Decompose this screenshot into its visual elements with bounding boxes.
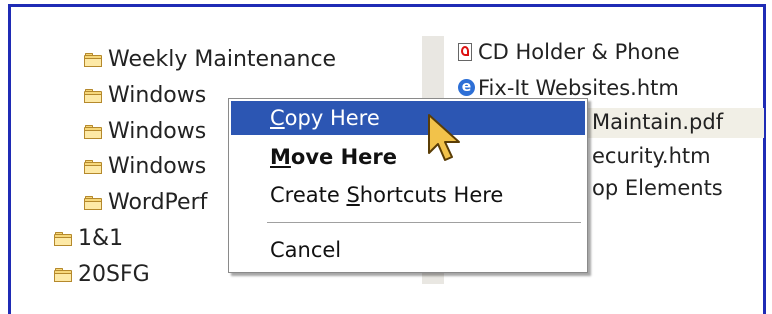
file-item-cd-holder[interactable]: CD Holder & Phone: [458, 40, 680, 64]
menu-item-move-here[interactable]: Move Here: [231, 140, 585, 174]
pdf-file-icon: [458, 42, 474, 62]
file-item-maintain-pdf[interactable]: Maintain.pdf: [592, 110, 723, 134]
tree-item-label: Windows: [108, 119, 207, 144]
explorer-window: Weekly Maintenance Windows Windows Windo…: [0, 0, 772, 314]
tree-item-label: WordPerf: [108, 190, 208, 215]
file-item-pop-elements[interactable]: op Elements: [592, 176, 723, 200]
tree-item-20sfg[interactable]: 20SFG: [54, 262, 150, 287]
tree-item-label: 20SFG: [78, 262, 150, 287]
tree-item-1and1[interactable]: 1&1: [54, 226, 123, 251]
tree-item-windows-2[interactable]: Windows: [84, 119, 206, 144]
menu-item-label: Copy Here: [270, 106, 380, 130]
menu-item-create-shortcuts-here[interactable]: Create Shortcuts Here: [231, 178, 585, 212]
tree-item-windows-3[interactable]: Windows: [84, 154, 206, 179]
window-border-left: [8, 4, 11, 314]
tree-item-label: Windows: [108, 154, 207, 179]
folder-icon: [84, 124, 102, 139]
window-border-top: [8, 4, 766, 7]
menu-item-label: Create Shortcuts Here: [270, 183, 504, 207]
menu-separator: [267, 222, 581, 224]
folder-icon: [54, 231, 72, 246]
internet-explorer-icon: e: [458, 78, 475, 98]
file-item-fixit-websites[interactable]: e Fix-It Websites.htm: [458, 76, 679, 100]
mouse-pointer-icon: [428, 114, 460, 161]
folder-icon: [84, 159, 102, 174]
menu-item-label: Move Here: [270, 145, 397, 169]
tree-item-wordperf[interactable]: WordPerf: [84, 190, 207, 215]
file-item-label: CD Holder & Phone: [478, 40, 680, 64]
menu-item-label: Cancel: [270, 238, 342, 262]
folder-icon: [84, 52, 102, 67]
tree-item-label: 1&1: [78, 226, 124, 251]
menu-item-copy-here[interactable]: Copy Here: [231, 101, 585, 135]
menu-item-cancel[interactable]: Cancel: [231, 233, 585, 267]
drag-drop-context-menu: Copy Here Move Here Create Shortcuts Her…: [228, 98, 588, 273]
tree-item-label: Windows: [108, 83, 207, 108]
file-item-label: Maintain.pdf: [592, 110, 724, 134]
tree-item-label: Weekly Maintenance: [108, 47, 337, 72]
file-item-security-htm[interactable]: ecurity.htm: [592, 144, 711, 168]
folder-icon: [84, 195, 102, 210]
folder-icon: [84, 88, 102, 103]
tree-item-windows-1[interactable]: Windows: [84, 83, 206, 108]
file-item-label: op Elements: [592, 176, 723, 200]
file-item-label: ecurity.htm: [592, 144, 711, 168]
file-item-label: Fix-It Websites.htm: [478, 76, 679, 100]
tree-item-weekly-maintenance[interactable]: Weekly Maintenance: [84, 47, 336, 72]
window-border-right: [763, 4, 766, 314]
folder-icon: [54, 267, 72, 282]
